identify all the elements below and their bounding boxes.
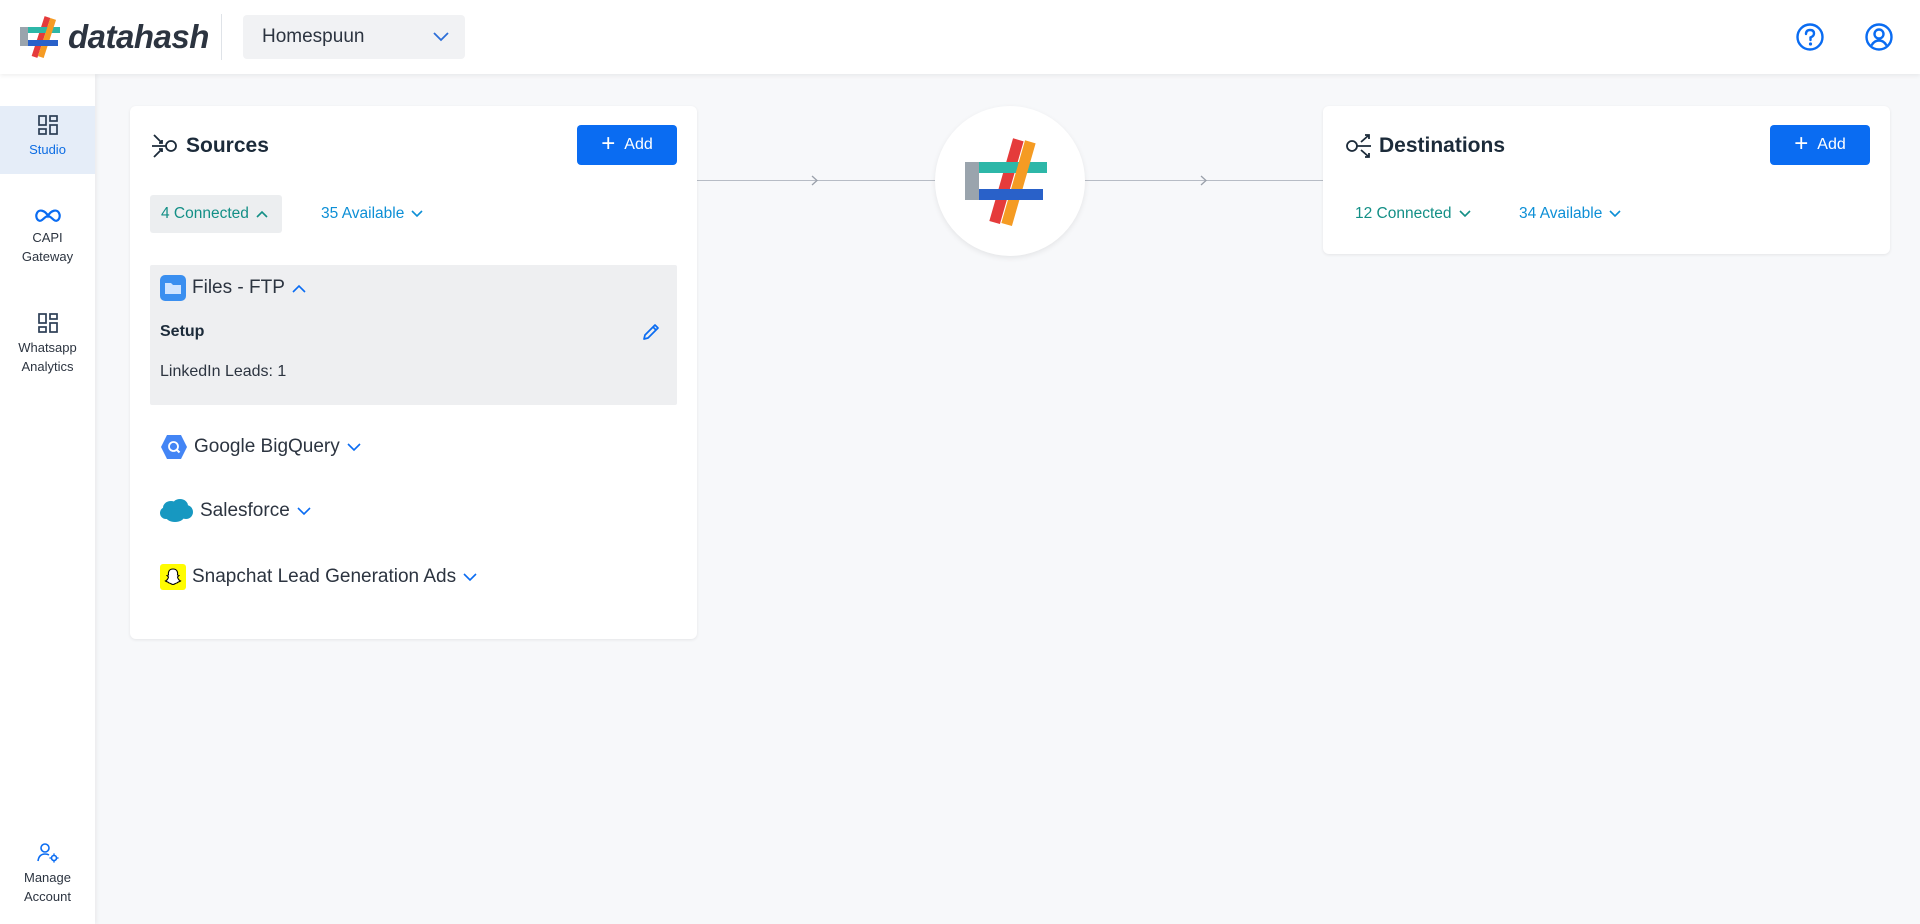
source-name: Snapchat Lead Generation Ads [192, 566, 457, 587]
setup-heading: Setup [160, 323, 205, 340]
add-label: Add [624, 136, 653, 153]
source-name: Google BigQuery [194, 436, 340, 457]
snapchat-icon [160, 564, 186, 590]
chevron-down-icon [347, 442, 361, 452]
arrow-right-icon [1200, 175, 1207, 186]
sources-title: Sources [186, 134, 269, 157]
user-account-icon [1865, 23, 1893, 51]
organization-select[interactable]: Homespuun [243, 15, 465, 59]
source-item-salesforce[interactable]: Salesforce [160, 498, 311, 524]
help-button[interactable] [1793, 20, 1827, 54]
chevron-down-icon [1609, 210, 1621, 218]
bigquery-icon [161, 435, 187, 459]
sidebar-item-label: CAPI Gateway [21, 230, 74, 264]
source-item-google-bigquery[interactable]: Google BigQuery [160, 433, 361, 461]
datahash-logo[interactable]: datahash [20, 14, 209, 60]
plus-icon: + [601, 129, 616, 157]
connected-count: 4 Connected [161, 205, 249, 222]
destinations-title: Destinations [1379, 134, 1506, 157]
chevron-down-icon [1458, 210, 1471, 218]
help-circle-icon [1796, 23, 1824, 51]
sources-header: Sources [150, 131, 269, 161]
logo-wordmark: datahash [68, 18, 209, 55]
salesforce-icon [160, 499, 193, 522]
sidebar-item-label: Whatsapp Analytics [18, 340, 77, 374]
sources-connected-toggle[interactable]: 4 Connected [150, 195, 282, 233]
chevron-up-icon [292, 284, 306, 293]
sources-available-toggle[interactable]: 35 Available [321, 195, 423, 233]
destinations-connected-toggle[interactable]: 12 Connected [1355, 195, 1471, 233]
pencil-icon [643, 324, 659, 340]
dashboard-grid-icon [37, 115, 58, 135]
available-count: 35 Available [321, 205, 405, 222]
files-ftp-panel: Files - FTP Setup LinkedIn Leads: 1 [150, 265, 677, 405]
top-header: datahash Homespuun [0, 0, 1920, 74]
connected-count: 12 Connected [1355, 205, 1452, 222]
folder-icon [160, 275, 186, 301]
account-button[interactable] [1862, 20, 1896, 54]
destinations-available-toggle[interactable]: 34 Available [1519, 195, 1621, 233]
sources-merge-icon [152, 134, 177, 158]
header-divider [221, 14, 222, 60]
left-sidebar: Studio CAPI Gateway Whatsapp Analytics M… [0, 74, 95, 924]
hash-logo-icon [20, 16, 60, 58]
available-count: 34 Available [1519, 205, 1603, 222]
sidebar-item-label: Manage Account [24, 870, 71, 904]
source-item-files-ftp[interactable]: Files - FTP [160, 275, 306, 301]
hash-logo-icon [965, 138, 1047, 226]
arrow-right-icon [811, 175, 818, 186]
dashboard-grid-icon [37, 313, 58, 333]
organization-select-value: Homespuun [262, 26, 365, 47]
chevron-down-icon [433, 32, 449, 42]
sidebar-item-label: Studio [29, 142, 66, 157]
datahash-hub [935, 106, 1085, 256]
add-destination-button[interactable]: + Add [1770, 125, 1870, 165]
source-name: Files - FTP [192, 277, 285, 298]
meta-infinity-icon [34, 209, 61, 222]
user-gear-icon [36, 843, 58, 863]
chevron-up-icon [256, 210, 268, 218]
destinations-header: Destinations [1343, 131, 1505, 161]
chevron-down-icon [411, 210, 423, 218]
add-label: Add [1817, 136, 1846, 153]
chevron-down-icon [463, 572, 477, 582]
sidebar-item-whatsapp-analytics[interactable]: Whatsapp Analytics [0, 308, 95, 388]
sidebar-item-capi-gateway[interactable]: CAPI Gateway [0, 202, 95, 282]
setup-detail: LinkedIn Leads: 1 [160, 363, 287, 380]
source-name: Salesforce [200, 500, 290, 521]
chevron-down-icon [297, 506, 311, 516]
add-source-button[interactable]: + Add [577, 125, 677, 165]
source-item-snapchat-lead-gen[interactable]: Snapchat Lead Generation Ads [160, 564, 477, 590]
destinations-split-icon [1346, 134, 1371, 158]
sidebar-item-manage-account[interactable]: Manage Account [0, 842, 95, 920]
sidebar-item-studio[interactable]: Studio [0, 106, 95, 174]
edit-setup-button[interactable] [641, 322, 663, 344]
plus-icon: + [1794, 129, 1809, 157]
